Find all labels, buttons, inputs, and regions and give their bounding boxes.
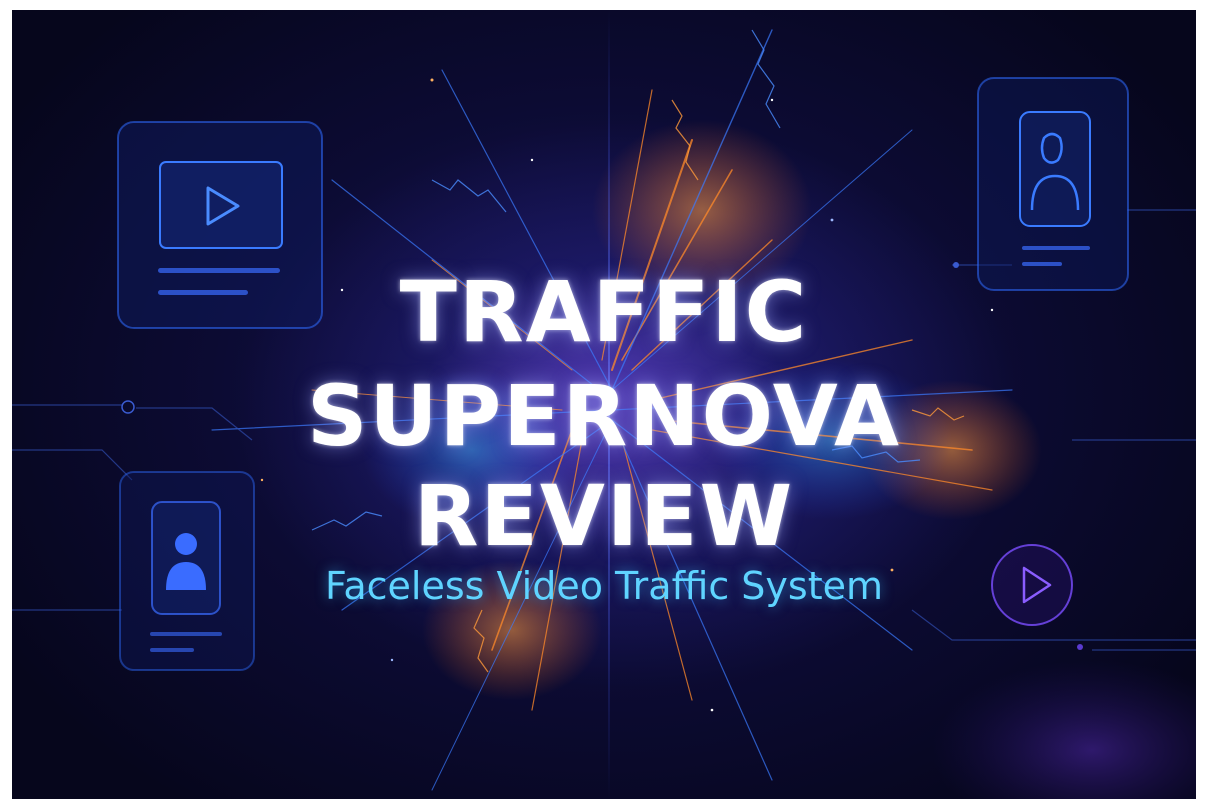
title-line-1: TRAFFIC [399,263,809,361]
text-line [1022,246,1090,250]
hero-image: TRAFFIC SUPERNOVA REVIEW Faceless Video … [12,10,1196,799]
title-line-2: SUPERNOVA [306,367,902,465]
profile-card-right [977,77,1129,291]
title-line-3: REVIEW [413,467,795,565]
text-line [150,632,222,636]
purple-glow-corner [932,660,1196,799]
subtitle: Faceless Video Traffic System [324,564,884,608]
text-line [150,648,194,652]
circuit-dot-icon [1077,644,1083,650]
